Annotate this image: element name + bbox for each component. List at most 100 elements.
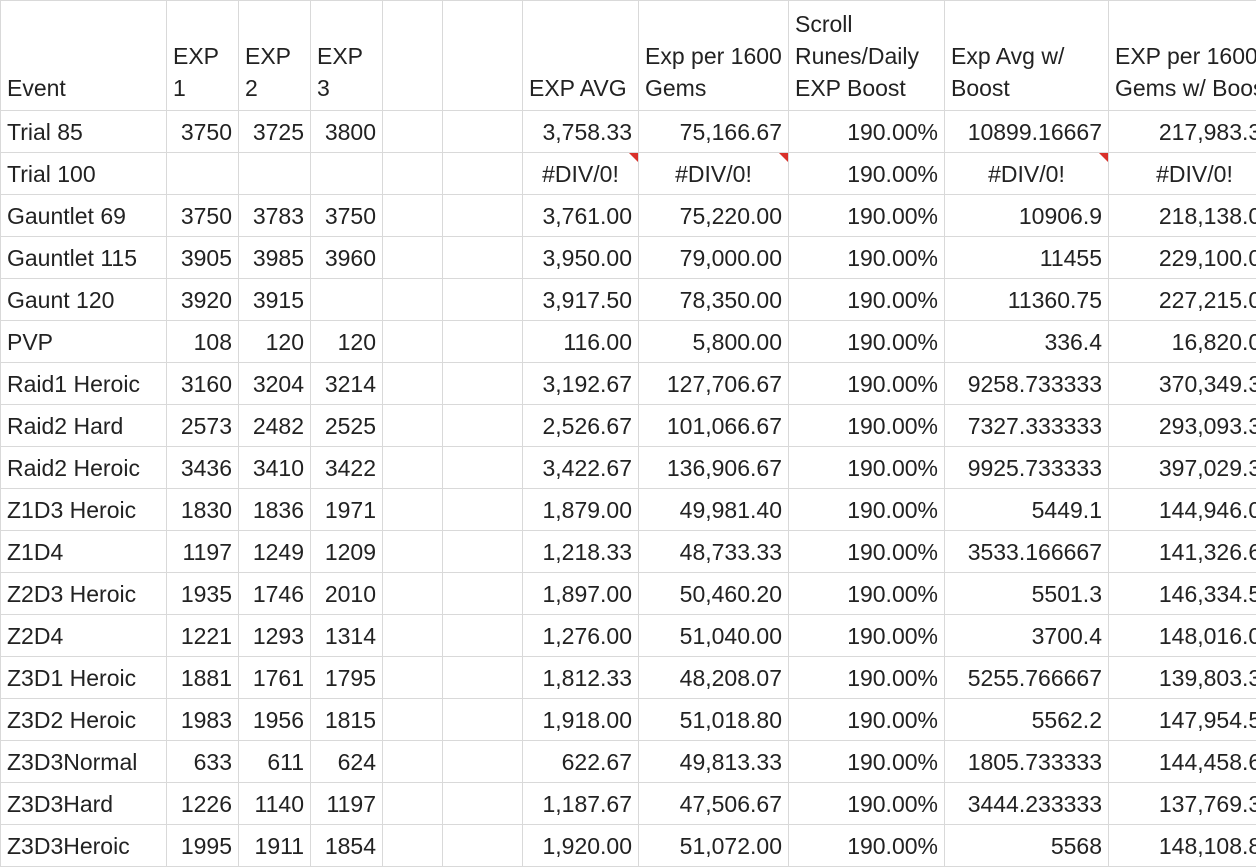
cell-blank-1[interactable] xyxy=(383,153,443,195)
cell-exp2[interactable]: 3725 xyxy=(239,111,311,153)
cell-blank-2[interactable] xyxy=(443,321,523,363)
cell-exp3[interactable]: 1209 xyxy=(311,531,383,573)
cell-blank-1[interactable] xyxy=(383,195,443,237)
cell-boost[interactable]: 190.00% xyxy=(789,447,945,489)
cell-event[interactable]: Z2D3 Heroic xyxy=(1,573,167,615)
cell-exp1[interactable]: 3750 xyxy=(167,111,239,153)
cell-exp-avg-boost[interactable]: 5501.3 xyxy=(945,573,1109,615)
cell-exp-avg[interactable]: 3,761.00 xyxy=(523,195,639,237)
cell-exp-per-1600-gems-boost[interactable]: 148,016.00 xyxy=(1109,615,1256,657)
cell-exp-per-1600-gems[interactable]: 78,350.00 xyxy=(639,279,789,321)
cell-blank-1[interactable] xyxy=(383,237,443,279)
cell-event[interactable]: Gauntlet 69 xyxy=(1,195,167,237)
cell-exp1[interactable]: 2573 xyxy=(167,405,239,447)
cell-exp1[interactable]: 1995 xyxy=(167,825,239,867)
cell-exp-avg-boost[interactable]: 5255.766667 xyxy=(945,657,1109,699)
cell-blank-1[interactable] xyxy=(383,363,443,405)
cell-exp3[interactable]: 1815 xyxy=(311,699,383,741)
cell-exp-per-1600-gems-boost[interactable]: 139,803.39 xyxy=(1109,657,1256,699)
cell-event[interactable]: Z3D3Normal xyxy=(1,741,167,783)
cell-exp-avg-boost[interactable]: #DIV/0! xyxy=(945,153,1109,195)
cell-exp-avg[interactable]: 1,276.00 xyxy=(523,615,639,657)
cell-boost[interactable]: 190.00% xyxy=(789,699,945,741)
cell-exp-per-1600-gems-boost[interactable]: 370,349.33 xyxy=(1109,363,1256,405)
cell-exp1[interactable]: 1197 xyxy=(167,531,239,573)
cell-exp-avg[interactable]: 3,192.67 xyxy=(523,363,639,405)
cell-exp3[interactable]: 2525 xyxy=(311,405,383,447)
cell-exp3[interactable]: 1795 xyxy=(311,657,383,699)
cell-exp1[interactable]: 3436 xyxy=(167,447,239,489)
header-exp2[interactable]: EXP 2 xyxy=(239,1,311,111)
cell-exp-per-1600-gems[interactable]: 51,018.80 xyxy=(639,699,789,741)
cell-event[interactable]: Z3D3Hard xyxy=(1,783,167,825)
cell-exp-avg[interactable]: 622.67 xyxy=(523,741,639,783)
cell-exp-avg-boost[interactable]: 11360.75 xyxy=(945,279,1109,321)
cell-exp1[interactable] xyxy=(167,153,239,195)
cell-exp-per-1600-gems[interactable]: 75,166.67 xyxy=(639,111,789,153)
cell-exp3[interactable]: 624 xyxy=(311,741,383,783)
cell-exp2[interactable]: 611 xyxy=(239,741,311,783)
cell-exp1[interactable]: 1226 xyxy=(167,783,239,825)
header-exp3[interactable]: EXP 3 xyxy=(311,1,383,111)
cell-event[interactable]: Z3D2 Heroic xyxy=(1,699,167,741)
cell-event[interactable]: Z1D3 Heroic xyxy=(1,489,167,531)
cell-exp2[interactable]: 1956 xyxy=(239,699,311,741)
cell-exp-avg[interactable]: 1,812.33 xyxy=(523,657,639,699)
cell-exp-avg-boost[interactable]: 10899.16667 xyxy=(945,111,1109,153)
cell-exp-per-1600-gems-boost[interactable]: 144,458.67 xyxy=(1109,741,1256,783)
cell-exp2[interactable]: 1746 xyxy=(239,573,311,615)
cell-exp2[interactable]: 3783 xyxy=(239,195,311,237)
cell-blank-2[interactable] xyxy=(443,531,523,573)
cell-blank-1[interactable] xyxy=(383,657,443,699)
cell-blank-2[interactable] xyxy=(443,363,523,405)
cell-boost[interactable]: 190.00% xyxy=(789,279,945,321)
cell-event[interactable]: Z1D4 xyxy=(1,531,167,573)
cell-blank-2[interactable] xyxy=(443,195,523,237)
cell-boost[interactable]: 190.00% xyxy=(789,531,945,573)
cell-exp3[interactable]: 1314 xyxy=(311,615,383,657)
cell-exp-avg-boost[interactable]: 10906.9 xyxy=(945,195,1109,237)
cell-exp3[interactable]: 2010 xyxy=(311,573,383,615)
cell-exp-avg[interactable]: 3,758.33 xyxy=(523,111,639,153)
cell-blank-1[interactable] xyxy=(383,321,443,363)
cell-blank-1[interactable] xyxy=(383,615,443,657)
cell-exp1[interactable]: 108 xyxy=(167,321,239,363)
cell-exp2[interactable]: 1836 xyxy=(239,489,311,531)
cell-blank-2[interactable] xyxy=(443,573,523,615)
cell-boost[interactable]: 190.00% xyxy=(789,741,945,783)
cell-blank-2[interactable] xyxy=(443,699,523,741)
header-blank-2[interactable] xyxy=(443,1,523,111)
cell-event[interactable]: Gauntlet 115 xyxy=(1,237,167,279)
cell-boost[interactable]: 190.00% xyxy=(789,825,945,867)
cell-exp3[interactable]: 3214 xyxy=(311,363,383,405)
cell-exp-per-1600-gems[interactable]: 50,460.20 xyxy=(639,573,789,615)
cell-exp-avg[interactable]: 3,917.50 xyxy=(523,279,639,321)
cell-blank-1[interactable] xyxy=(383,447,443,489)
cell-exp-avg-boost[interactable]: 11455 xyxy=(945,237,1109,279)
cell-exp-avg-boost[interactable]: 5449.1 xyxy=(945,489,1109,531)
cell-boost[interactable]: 190.00% xyxy=(789,573,945,615)
cell-exp2[interactable]: 1293 xyxy=(239,615,311,657)
cell-event[interactable]: Z3D3Heroic xyxy=(1,825,167,867)
cell-exp-per-1600-gems-boost[interactable]: 227,215.00 xyxy=(1109,279,1256,321)
cell-exp3[interactable]: 1854 xyxy=(311,825,383,867)
cell-exp-per-1600-gems[interactable]: 49,813.33 xyxy=(639,741,789,783)
cell-exp-per-1600-gems-boost[interactable]: 144,946.06 xyxy=(1109,489,1256,531)
cell-exp2[interactable]: 2482 xyxy=(239,405,311,447)
cell-event[interactable]: Raid1 Heroic xyxy=(1,363,167,405)
cell-exp2[interactable]: 3204 xyxy=(239,363,311,405)
cell-blank-2[interactable] xyxy=(443,405,523,447)
cell-exp2[interactable]: 1140 xyxy=(239,783,311,825)
cell-blank-1[interactable] xyxy=(383,111,443,153)
cell-boost[interactable]: 190.00% xyxy=(789,615,945,657)
cell-blank-1[interactable] xyxy=(383,405,443,447)
cell-event[interactable]: Trial 85 xyxy=(1,111,167,153)
cell-exp2[interactable]: 1761 xyxy=(239,657,311,699)
cell-exp-per-1600-gems-boost[interactable]: 218,138.00 xyxy=(1109,195,1256,237)
cell-exp-per-1600-gems[interactable]: 48,208.07 xyxy=(639,657,789,699)
cell-boost[interactable]: 190.00% xyxy=(789,405,945,447)
cell-exp-per-1600-gems[interactable]: 49,981.40 xyxy=(639,489,789,531)
cell-exp3[interactable] xyxy=(311,153,383,195)
cell-blank-2[interactable] xyxy=(443,153,523,195)
cell-exp1[interactable]: 3920 xyxy=(167,279,239,321)
